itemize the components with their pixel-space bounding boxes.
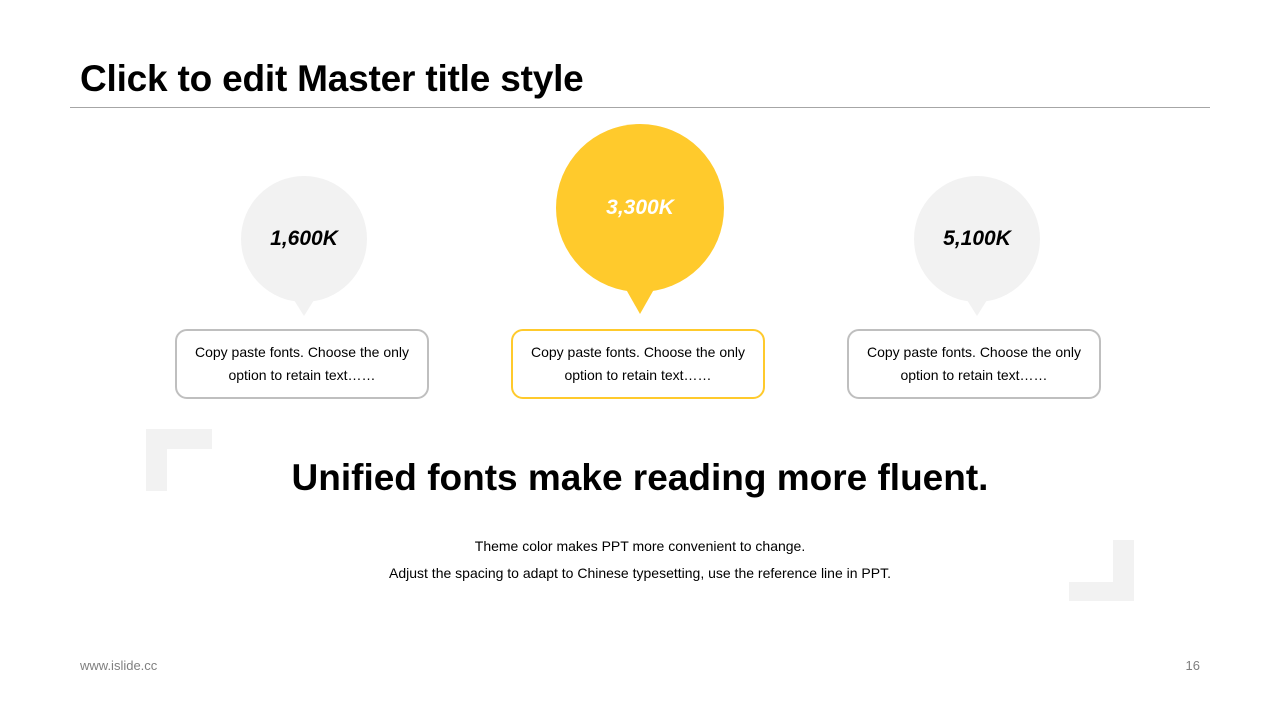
stat-value: 5,100K — [943, 227, 1011, 250]
text-card-1: Copy paste fonts. Choose the only option… — [175, 329, 429, 399]
bubble-pointer — [289, 292, 319, 316]
slide-title: Click to edit Master title style — [80, 58, 584, 99]
stat-bubble-circle: 5,100K — [914, 176, 1040, 302]
text-card-3: Copy paste fonts. Choose the only option… — [847, 329, 1101, 399]
card-text: Copy paste fonts. Choose the only option… — [866, 344, 1082, 383]
stat-value: 3,300K — [606, 196, 674, 219]
statement-line-1: Theme color makes PPT more convenient to… — [474, 538, 806, 554]
title-divider — [70, 107, 1210, 108]
footer-url: www.islide.cc — [80, 658, 158, 673]
stat-bubble-circle: 3,300K — [556, 124, 724, 292]
card-text: Copy paste fonts. Choose the only option… — [530, 344, 746, 383]
card-text: Copy paste fonts. Choose the only option… — [194, 344, 410, 383]
bracket-bar — [146, 429, 212, 449]
stat-bubble-circle: 1,600K — [241, 176, 367, 302]
main-statement: Unified fonts make reading more fluent. — [291, 457, 989, 498]
bracket-bar — [1069, 582, 1134, 601]
stat-value: 1,600K — [270, 227, 338, 250]
statement-line-2: Adjust the spacing to adapt to Chinese t… — [389, 565, 891, 581]
bubble-pointer — [962, 292, 992, 316]
text-card-2: Copy paste fonts. Choose the only option… — [511, 329, 765, 399]
bubble-pointer — [623, 284, 657, 314]
page-number: 16 — [1185, 658, 1200, 673]
